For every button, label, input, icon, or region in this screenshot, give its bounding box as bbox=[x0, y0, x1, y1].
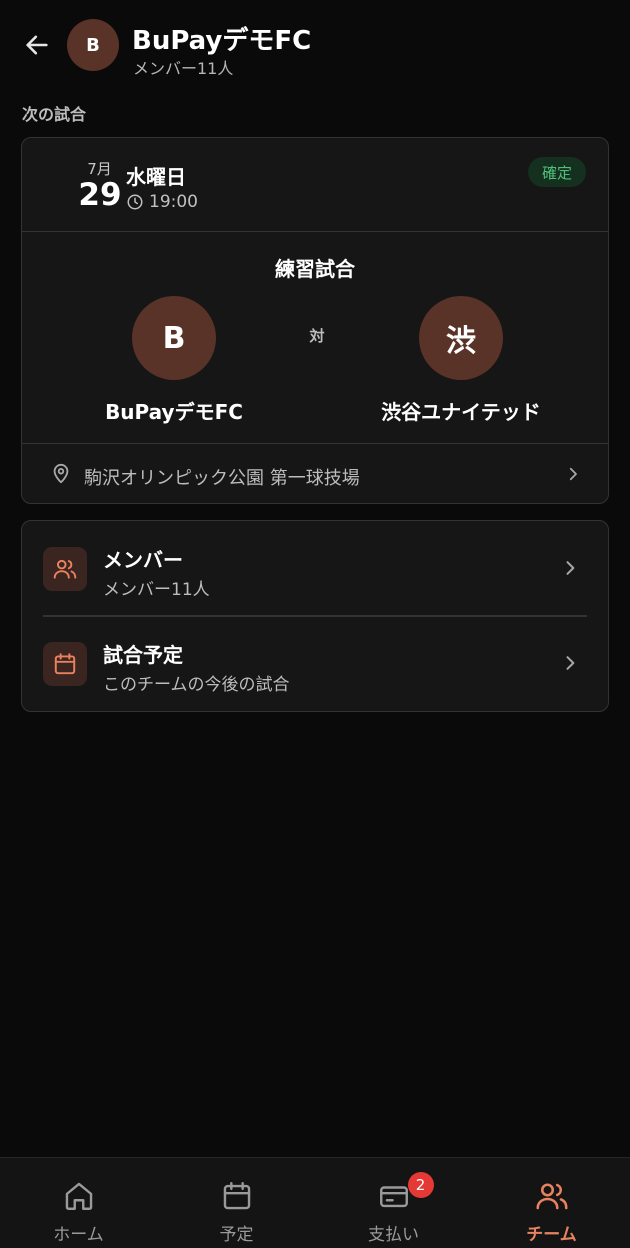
match-day: 29 bbox=[78, 177, 122, 213]
match-time-row: 19:00 bbox=[126, 192, 198, 212]
chevron-right-icon bbox=[569, 467, 577, 481]
menu-item-schedule[interactable]: 試合予定 このチームの今後の試合 bbox=[22, 616, 608, 711]
location-pin-icon bbox=[53, 463, 69, 484]
match-type: 練習試合 bbox=[275, 257, 355, 281]
member-count: メンバー11人 bbox=[133, 59, 234, 78]
menu-item-title: 試合予定 bbox=[103, 643, 183, 667]
back-button[interactable] bbox=[22, 30, 52, 60]
menu-item-subtitle: このチームの今後の試合 bbox=[103, 675, 290, 695]
home-icon bbox=[65, 1182, 92, 1210]
notification-badge: 2 bbox=[407, 1172, 434, 1198]
tab-label: ホーム bbox=[53, 1225, 104, 1245]
users-icon bbox=[535, 1183, 568, 1210]
menu-item-subtitle: メンバー11人 bbox=[103, 580, 210, 600]
venue-name: 駒沢オリンピック公園 第一球技場 bbox=[84, 468, 360, 489]
schedule-icon-box bbox=[43, 642, 87, 686]
home-team-avatar: B bbox=[132, 296, 216, 380]
menu-item-title: メンバー bbox=[103, 548, 183, 572]
arrow-left-icon bbox=[26, 35, 48, 55]
status-badge: 確定 bbox=[527, 157, 586, 187]
match-date-header: 7月 29 水曜日 19:00 確定 bbox=[22, 138, 608, 232]
team-menu-card: メンバー メンバー11人 試合予定 このチームの今後の試合 bbox=[21, 520, 609, 712]
tab-label: 予定 bbox=[219, 1225, 254, 1245]
tab-home[interactable]: ホーム bbox=[0, 1158, 157, 1248]
calendar-icon bbox=[223, 1182, 250, 1210]
menu-item-members[interactable]: メンバー メンバー11人 bbox=[22, 521, 608, 617]
calendar-icon bbox=[54, 653, 76, 675]
card-icon bbox=[379, 1186, 408, 1208]
users-icon bbox=[53, 559, 77, 579]
section-label-next-match: 次の試合 bbox=[22, 105, 87, 124]
chevron-right-icon bbox=[566, 656, 575, 670]
versus-label: 対 bbox=[309, 327, 325, 345]
venue-row[interactable]: 駒沢オリンピック公園 第一球技場 bbox=[22, 443, 608, 503]
match-time: 19:00 bbox=[149, 192, 198, 212]
chevron-right-icon bbox=[566, 561, 575, 575]
tab-schedule[interactable]: 予定 bbox=[158, 1158, 315, 1248]
tab-label: 支払い bbox=[368, 1225, 419, 1245]
tab-label: チーム bbox=[526, 1225, 577, 1245]
match-weekday: 水曜日 bbox=[126, 165, 186, 189]
match-month: 7月 bbox=[87, 160, 112, 178]
bottom-tab-bar: ホーム 予定 2 支払い チーム bbox=[0, 1157, 630, 1248]
page-title: BuPayデモFC bbox=[132, 26, 312, 56]
tab-team[interactable]: チーム bbox=[473, 1158, 630, 1248]
next-match-card[interactable]: 7月 29 水曜日 19:00 確定 練習試合 B 対 渋 BuPayデモFC … bbox=[21, 137, 609, 504]
home-team-name: BuPayデモFC bbox=[105, 400, 243, 424]
tab-payments[interactable]: 2 支払い bbox=[315, 1158, 472, 1248]
clock-icon bbox=[127, 194, 143, 210]
members-icon-box bbox=[43, 547, 87, 591]
away-team-name: 渋谷ユナイテッド bbox=[381, 400, 541, 424]
team-avatar: B bbox=[67, 19, 119, 71]
away-team-avatar: 渋 bbox=[419, 296, 503, 380]
app-header: B BuPayデモFC メンバー11人 bbox=[0, 0, 630, 90]
